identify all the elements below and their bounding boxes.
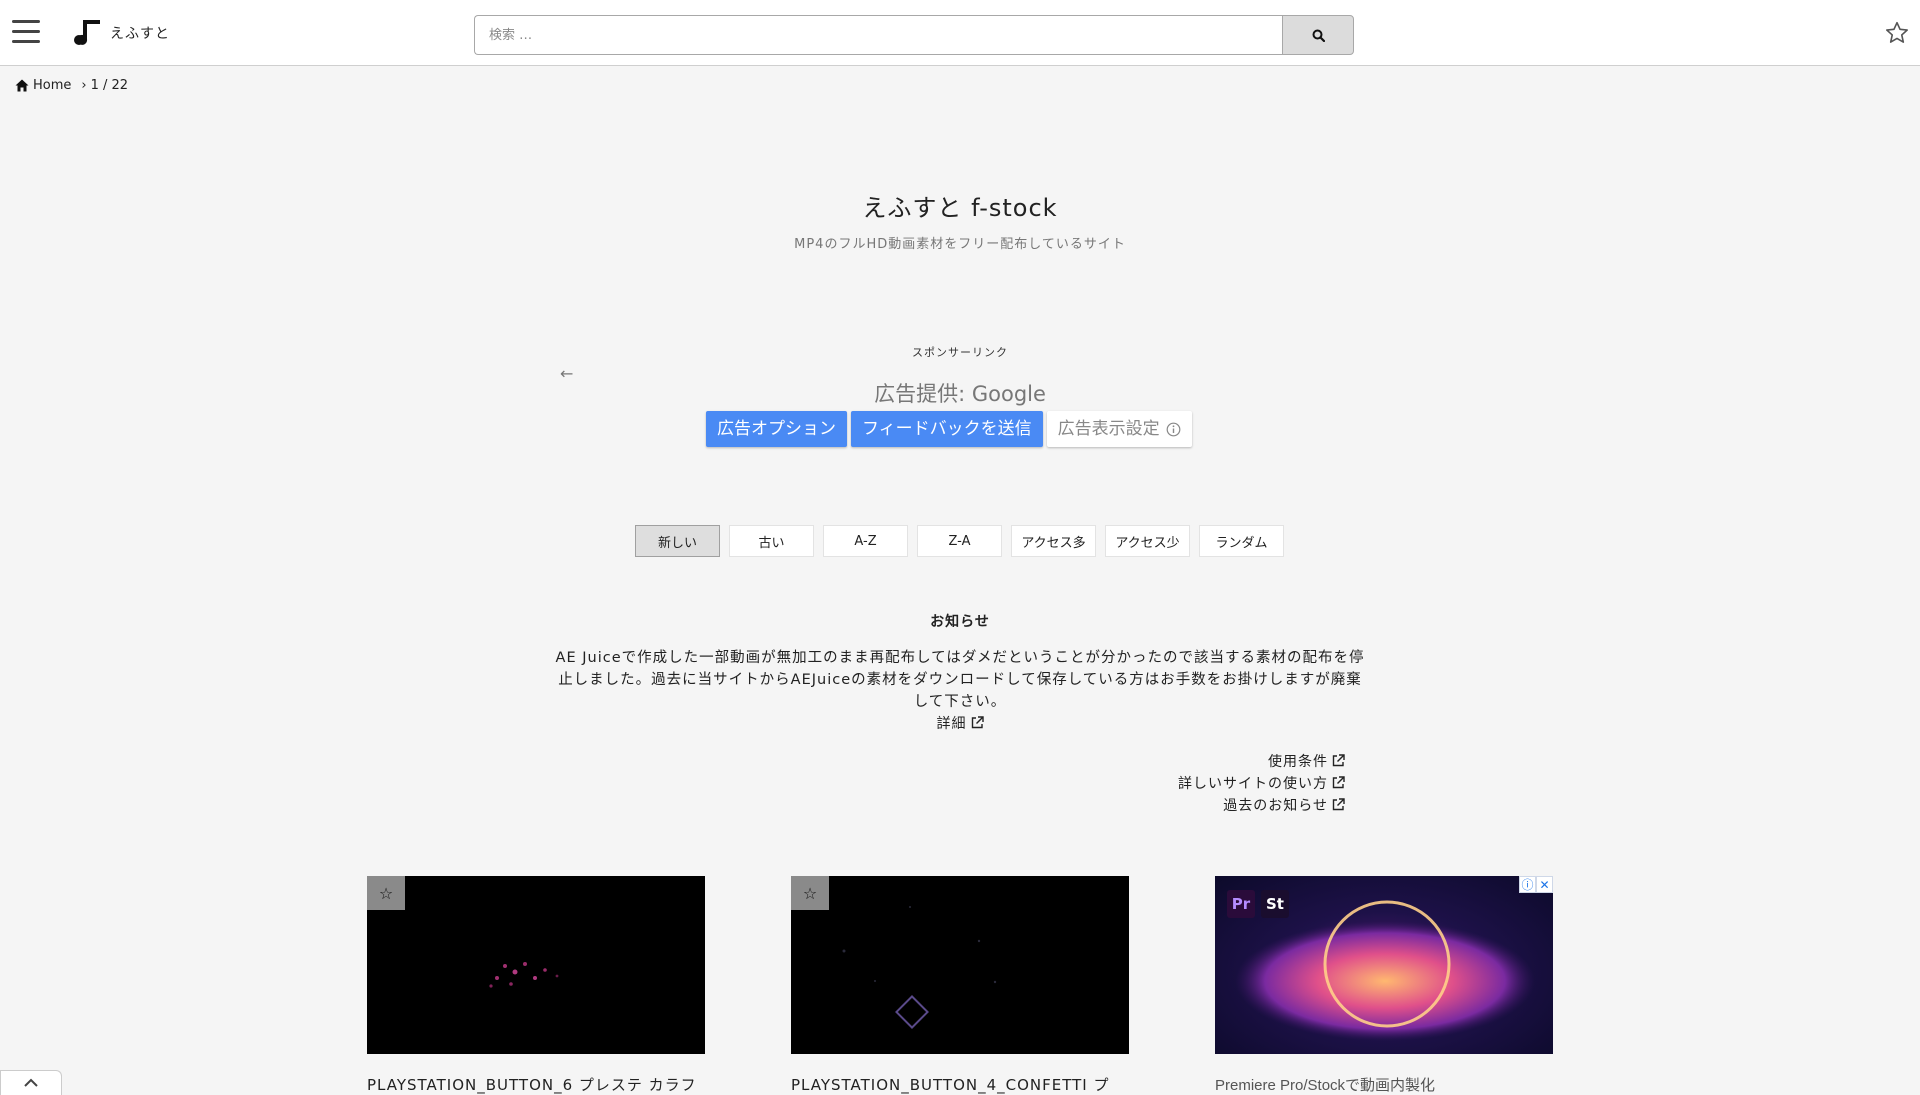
home-icon [15, 79, 29, 92]
favorite-star-button[interactable]: ☆ [791, 876, 829, 910]
send-feedback-button[interactable]: フィードバックを送信 [851, 411, 1043, 447]
sort-random-button[interactable]: ランダム [1199, 525, 1284, 557]
breadcrumb-home-link[interactable]: Home [33, 78, 71, 93]
premiere-pro-badge: Pr [1227, 890, 1255, 918]
logo-text: えふすと [110, 26, 170, 42]
favorites-star-icon[interactable] [1884, 20, 1910, 46]
music-note-logo-icon [74, 20, 100, 45]
ad-info-icon[interactable]: ⓘ [1519, 876, 1536, 893]
favorite-star-button[interactable]: ☆ [367, 876, 405, 910]
sort-newest-button[interactable]: 新しい [635, 525, 720, 557]
ad-settings-button[interactable]: 広告表示設定 [1046, 411, 1192, 447]
sparkle-particles-image [489, 962, 559, 988]
site-title: えふすと f-stock [862, 194, 1058, 222]
ad-settings-label: 広告表示設定 [1057, 419, 1160, 439]
video-title[interactable]: PLAYSTATION_BUTTON_6 プレステ カラフ [367, 1074, 705, 1095]
menu-icon[interactable] [12, 20, 40, 44]
chevron-up-icon [24, 1078, 38, 1087]
external-link-icon [1332, 754, 1345, 767]
howto-link[interactable]: 詳しいサイトの使い方 [1178, 776, 1345, 792]
confetti-diamond-image [842, 906, 997, 1029]
info-icon [1166, 422, 1181, 436]
info-links: 使用条件 詳しいサイトの使い方 過去のお知らせ [1178, 751, 1345, 817]
breadcrumb: Home › 1 / 22 [15, 78, 128, 93]
sort-buttons: 新しい 古い A-Z Z-A アクセス多 アクセス少 ランダム [635, 525, 1284, 557]
ad-image[interactable]: Pr St ⓘ ✕ [1215, 876, 1553, 1054]
sort-oldest-button[interactable]: 古い [729, 525, 814, 557]
external-link-icon [971, 716, 984, 729]
ad-close-icon[interactable]: ✕ [1536, 876, 1553, 893]
past-notices-link[interactable]: 過去のお知らせ [1223, 798, 1345, 814]
ad-provider-label: 広告提供: Google [874, 382, 1046, 406]
video-card: ☆ PLAYSTATION_BUTTON_6 プレステ カラフ [367, 876, 705, 1095]
video-thumbnail[interactable]: ☆ [367, 876, 705, 1054]
ad-options-button[interactable]: 広告オプション [706, 411, 847, 447]
breadcrumb-separator: › [81, 78, 87, 93]
search-icon [1312, 29, 1325, 42]
video-title[interactable]: PLAYSTATION_BUTTON_4_CONFETTI プ [791, 1074, 1129, 1095]
scroll-top-button[interactable] [0, 1070, 62, 1095]
sort-least-access-button[interactable]: アクセス少 [1105, 525, 1190, 557]
sort-most-access-button[interactable]: アクセス多 [1011, 525, 1096, 557]
breadcrumb-page: 1 / 22 [90, 78, 129, 93]
ad-card: Pr St ⓘ ✕ Premiere Pro/Stockで動画内製化 [1215, 876, 1553, 1095]
site-logo[interactable]: えふすと [70, 18, 170, 48]
notice-detail-label: 詳細 [936, 716, 967, 732]
adobe-stock-badge: St [1261, 890, 1289, 918]
notice-title: お知らせ [930, 614, 990, 630]
sponsor-label: スポンサーリンク [912, 346, 1008, 359]
sort-z-a-button[interactable]: Z-A [917, 525, 1002, 557]
ad-title[interactable]: Premiere Pro/Stockで動画内製化 [1215, 1074, 1553, 1095]
video-card: ☆ PLAYSTATION_BUTTON_4_CONFETTI プ [791, 876, 1129, 1095]
notice-detail: 詳細 [0, 713, 1920, 733]
howto-label: 詳しいサイトの使い方 [1178, 776, 1328, 792]
search-input[interactable] [474, 15, 1282, 55]
terms-label: 使用条件 [1268, 754, 1328, 770]
site-subtitle: MP4のフルHD動画素材をフリー配布しているサイト [794, 237, 1126, 252]
terms-link[interactable]: 使用条件 [1268, 754, 1345, 770]
video-thumbnail[interactable]: ☆ [791, 876, 1129, 1054]
ad-panel: ← 広告提供: Google 広告オプション フィードバックを送信 広告表示設定 [552, 360, 1368, 460]
external-link-icon [1332, 798, 1345, 811]
search-form [474, 15, 1354, 55]
notice-body: AE Juiceで作成した一部動画が無加工のまま再配布してはダメだということが分… [555, 650, 1365, 710]
sort-a-z-button[interactable]: A-Z [823, 525, 908, 557]
notice-detail-link[interactable]: 詳細 [937, 716, 984, 732]
search-button[interactable] [1282, 15, 1354, 55]
site-header: えふすと [0, 0, 1920, 66]
past-notices-label: 過去のお知らせ [1223, 798, 1328, 814]
external-link-icon [1332, 776, 1345, 789]
